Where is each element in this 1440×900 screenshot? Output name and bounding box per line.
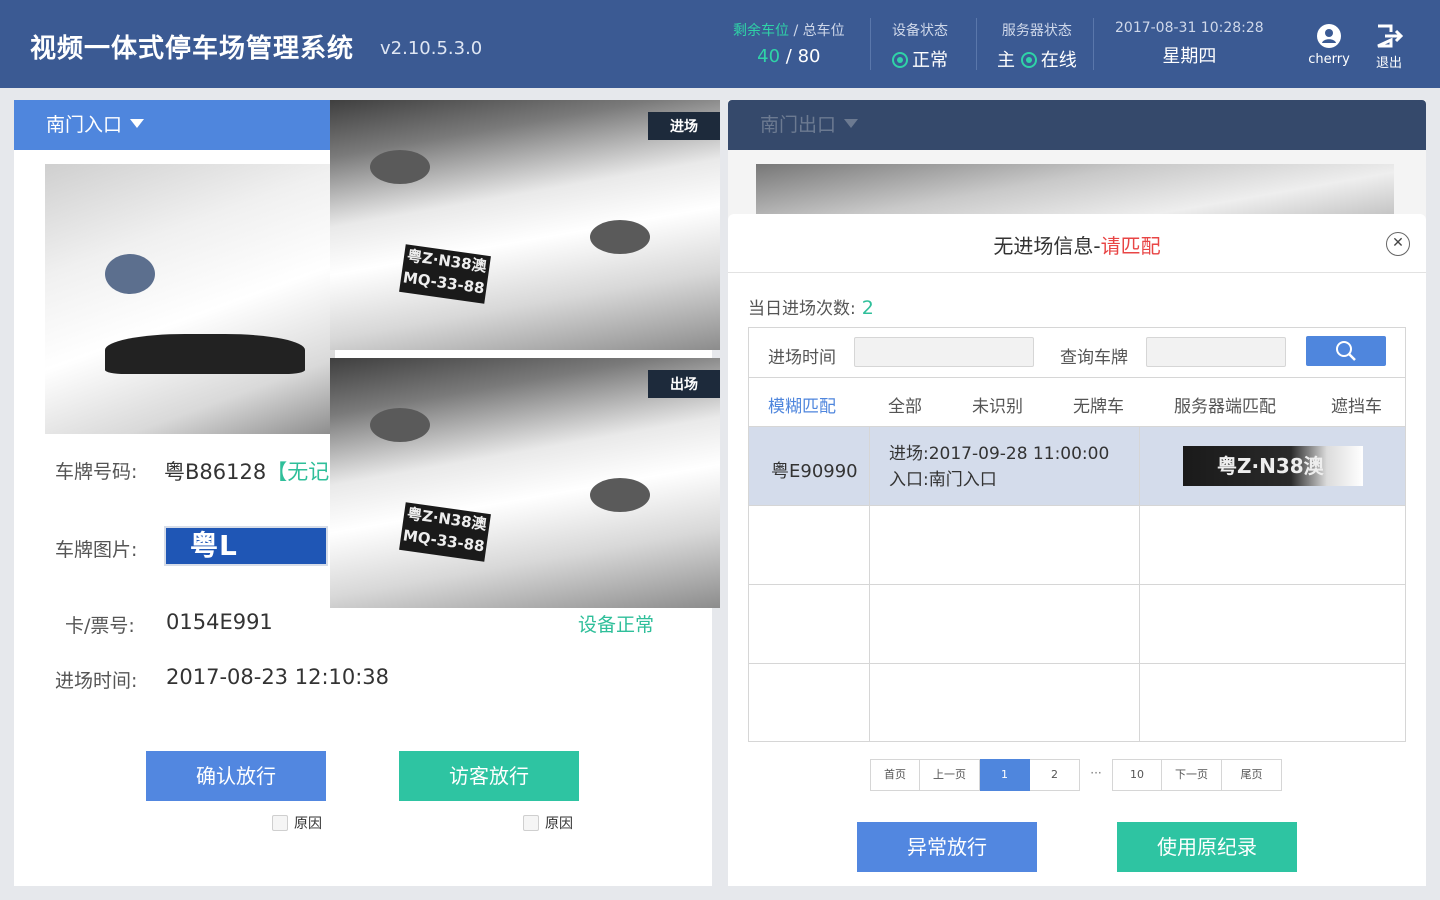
- status-dot-icon: [892, 52, 908, 68]
- entry-time-label: 进场时间:: [55, 670, 138, 692]
- parking-stat: 剩余车位 / 总车位 40 / 80: [733, 20, 845, 67]
- search-icon: [1336, 341, 1356, 361]
- snapshot-plate: 粤Z·N38澳 MQ-33-88: [399, 502, 491, 562]
- tab-fuzzy-match[interactable]: 模糊匹配: [768, 392, 836, 417]
- exit-gate-selector[interactable]: 南门出口: [728, 100, 1426, 150]
- server-status: 服务器状态 主 在线: [997, 20, 1077, 72]
- parking-label-sep: /: [793, 23, 799, 39]
- confirm-reason-checkbox[interactable]: 原因: [272, 813, 322, 833]
- remaining-label: 剩余车位: [733, 23, 789, 39]
- device-status-value: 正常: [912, 50, 948, 71]
- match-table: 粤E90990 进场:2017-09-28 11:00:00 入口:南门入口 粤…: [748, 426, 1406, 742]
- page-10-button[interactable]: 10: [1112, 759, 1162, 791]
- pagination: 首页 上一页 1 2 ··· 10 下一页 尾页: [870, 759, 1282, 791]
- header-divider: [1093, 18, 1094, 70]
- snapshot-plate: 粤Z·N38澳 MQ-33-88: [399, 244, 491, 304]
- weekday-value: 星期四: [1162, 46, 1217, 67]
- app-version: v2.10.5.3.0: [380, 38, 483, 59]
- visitor-release-button[interactable]: 访客放行: [399, 751, 579, 801]
- device-status: 设备状态 正常: [892, 20, 948, 72]
- total-value: 80: [797, 46, 821, 67]
- page-1-button[interactable]: 1: [980, 759, 1030, 791]
- logout-button[interactable]: 退出: [1359, 20, 1419, 71]
- header-divider: [976, 18, 977, 70]
- header-divider: [870, 18, 871, 70]
- tab-server-match[interactable]: 服务器端匹配: [1174, 392, 1276, 417]
- table-row: [749, 506, 1405, 585]
- page-2-button[interactable]: 2: [1030, 759, 1080, 791]
- server-prefix: 主: [997, 50, 1015, 71]
- logout-icon: [1359, 20, 1419, 52]
- card-label: 卡/票号:: [65, 615, 135, 637]
- match-tabs: 模糊匹配 全部 未识别 无牌车 服务器端匹配 遮挡车: [748, 377, 1406, 429]
- dialog-title: 无进场信息-请匹配: [993, 234, 1161, 258]
- app-title: 视频一体式停车场管理系统: [30, 34, 355, 64]
- entry-snapshot-photo[interactable]: 粤Z·N38澳 MQ-33-88 进场: [330, 100, 720, 350]
- entry-camera-image: [45, 164, 335, 434]
- user-name: cherry: [1308, 52, 1350, 67]
- row-plate-image: 粤Z·N38澳: [1183, 446, 1363, 486]
- next-page-button[interactable]: 下一页: [1162, 759, 1222, 791]
- close-icon[interactable]: ✕: [1386, 232, 1410, 256]
- tab-no-plate[interactable]: 无牌车: [1073, 392, 1124, 417]
- plate-value: 粤B86128: [164, 460, 267, 484]
- caret-down-icon: [844, 119, 859, 128]
- datetime: 2017-08-31 10:28:28 星期四: [1115, 20, 1264, 68]
- entry-time-input[interactable]: [854, 337, 1034, 367]
- logout-label: 退出: [1375, 56, 1402, 71]
- plate-image: 粤L 8Q608: [164, 526, 328, 566]
- abnormal-release-button[interactable]: 异常放行: [857, 822, 1037, 872]
- car-headlight-shape: [105, 254, 155, 294]
- server-status-label: 服务器状态: [1001, 23, 1072, 39]
- tab-blocked[interactable]: 遮挡车: [1331, 392, 1382, 417]
- last-page-button[interactable]: 尾页: [1222, 759, 1282, 791]
- table-row: [749, 664, 1405, 743]
- datetime-value: 2017-08-31 10:28:28: [1115, 20, 1264, 36]
- visitor-reason-checkbox[interactable]: 原因: [523, 813, 573, 833]
- plate-image-label: 车牌图片:: [55, 539, 138, 561]
- caret-down-icon: [130, 119, 145, 128]
- status-dot-icon: [1020, 52, 1037, 68]
- tab-all[interactable]: 全部: [888, 392, 922, 417]
- server-status-value: 在线: [1040, 50, 1077, 71]
- pager-ellipsis: ···: [1090, 766, 1102, 780]
- plate-search-input[interactable]: [1146, 337, 1286, 367]
- entry-time-value: 2017-08-23 12:10:38: [166, 665, 390, 689]
- entry-badge: 进场: [648, 112, 720, 140]
- total-label: 总车位: [802, 23, 845, 39]
- daily-entry-count: 当日进场次数: 2: [748, 297, 874, 319]
- row-plate: 粤E90990: [771, 461, 858, 482]
- exit-gate-label: 南门出口: [760, 114, 837, 136]
- table-row[interactable]: 粤E90990 进场:2017-09-28 11:00:00 入口:南门入口 粤…: [749, 427, 1405, 506]
- user-button[interactable]: cherry: [1299, 20, 1359, 67]
- search-bar: 进场时间 查询车牌: [748, 327, 1406, 377]
- search-button[interactable]: [1306, 336, 1386, 366]
- row-info: 进场:2017-09-28 11:00:00 入口:南门入口: [889, 444, 1110, 490]
- card-value: 0154E991: [166, 610, 273, 634]
- exit-badge: 出场: [648, 370, 720, 398]
- use-original-record-button[interactable]: 使用原纪录: [1117, 822, 1297, 872]
- match-dialog: 无进场信息-请匹配 ✕ 当日进场次数: 2 进场时间 查询车牌 模糊匹配 全部 未…: [728, 214, 1426, 886]
- plate-label: 车牌号码:: [55, 461, 138, 483]
- confirm-release-button[interactable]: 确认放行: [146, 751, 326, 801]
- entry-time-search-label: 进场时间: [768, 348, 836, 368]
- tab-unrecognized[interactable]: 未识别: [972, 392, 1023, 417]
- device-ok-status: 设备正常: [578, 614, 655, 636]
- device-status-label: 设备状态: [892, 23, 948, 39]
- entry-gate-label: 南门入口: [46, 114, 123, 136]
- user-icon: [1299, 20, 1359, 52]
- plate-search-label: 查询车牌: [1060, 348, 1128, 368]
- first-page-button[interactable]: 首页: [870, 759, 920, 791]
- car-grille-shape: [105, 334, 305, 374]
- exit-snapshot-photo[interactable]: 粤Z·N38澳 MQ-33-88 出场: [330, 358, 720, 608]
- prev-page-button[interactable]: 上一页: [920, 759, 980, 791]
- app-header: 视频一体式停车场管理系统 v2.10.5.3.0 剩余车位 / 总车位 40 /…: [0, 0, 1440, 88]
- parking-value-sep: /: [785, 46, 792, 67]
- remaining-value: 40: [757, 46, 781, 67]
- dialog-divider: [728, 272, 1426, 273]
- plate-tag: 【无记: [266, 460, 330, 484]
- table-row: [749, 585, 1405, 664]
